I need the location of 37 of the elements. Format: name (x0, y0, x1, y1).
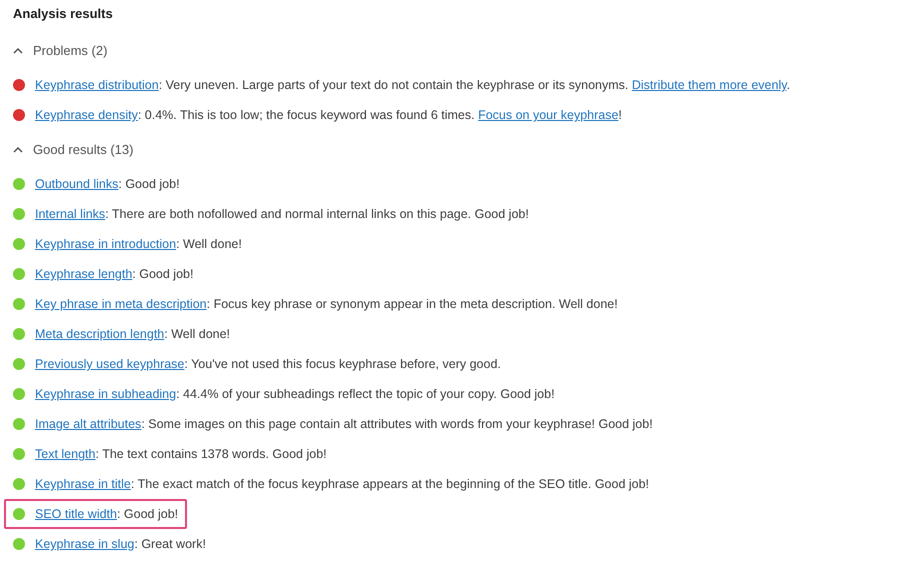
result-text: Outbound links: Good job! (35, 176, 180, 192)
result-text: Keyphrase distribution: Very uneven. Large parts of your text do not contain the keyphrase or its synonyms. Distribute them more evenly. (35, 77, 790, 93)
result-link[interactable]: Keyphrase in title (35, 477, 131, 491)
result-text: Keyphrase length: Good job! (35, 266, 194, 282)
result-text: Internal links: There are both nofollowed and normal internal links on this page. Good job! (35, 206, 529, 222)
result-link[interactable]: Keyphrase length (35, 267, 132, 281)
result-link[interactable]: Keyphrase in subheading (35, 387, 176, 401)
result-text: Keyphrase in subheading: 44.4% of your subheadings reflect the topic of your copy. Good job! (35, 386, 555, 402)
result-text: Text length: The text contains 1378 words. Good job! (35, 446, 327, 462)
result-text: Keyphrase in introduction: Well done! (35, 236, 242, 252)
chevron-icon (13, 146, 23, 152)
result-link[interactable]: Keyphrase density (35, 108, 138, 122)
result-text: Meta description length: Well done! (35, 326, 230, 342)
result-link[interactable]: Focus on your keyphrase (478, 108, 618, 122)
section-title: Analysis results (13, 5, 114, 23)
result-link[interactable]: Keyphrase in slug (35, 537, 134, 551)
result-link[interactable]: Distribute them more evenly (632, 78, 787, 92)
results-toggle[interactable]: Good results (13) (13, 140, 134, 158)
result-link[interactable]: Key phrase in meta description (35, 297, 207, 311)
result-text: Key phrase in meta description: Focus key phrase or synonym appear in the meta description. Well done! (35, 296, 618, 312)
result-link[interactable]: Internal links (35, 207, 106, 221)
result-text: Keyphrase in title: The exact match of the focus keyphrase appears at the beginning of the SEO title. Good job! (35, 476, 650, 492)
result-link[interactable]: Outbound links (35, 177, 118, 191)
chevron-icon (13, 46, 23, 54)
result-link[interactable]: Previously used keyphrase (35, 357, 184, 371)
result-text: Keyphrase in slug: Great work! (35, 536, 206, 552)
result-link[interactable]: Keyphrase distribution (35, 78, 159, 92)
result-link[interactable]: Meta description length (35, 327, 164, 341)
result-link[interactable]: Text length (35, 447, 96, 461)
result-text: Image alt attributes: Some images on this page contain alt attributes with words from your keyphrase! Good job! (35, 416, 653, 432)
result-link[interactable]: Image alt attributes (35, 417, 142, 431)
result-text: SEO title width: Good job! (35, 506, 178, 522)
result-link[interactable]: SEO title width (35, 507, 117, 521)
result-link[interactable]: Keyphrase in introduction (35, 237, 176, 251)
result-text: Keyphrase density: 0.4%. This is too low; the focus keyword was found 6 times. Focus on your keyphrase! (35, 107, 622, 123)
results-toggle[interactable]: Problems (2) (13, 41, 108, 59)
result-text: Previously used keyphrase: You've not used this focus keyphrase before, very good. (35, 356, 501, 372)
